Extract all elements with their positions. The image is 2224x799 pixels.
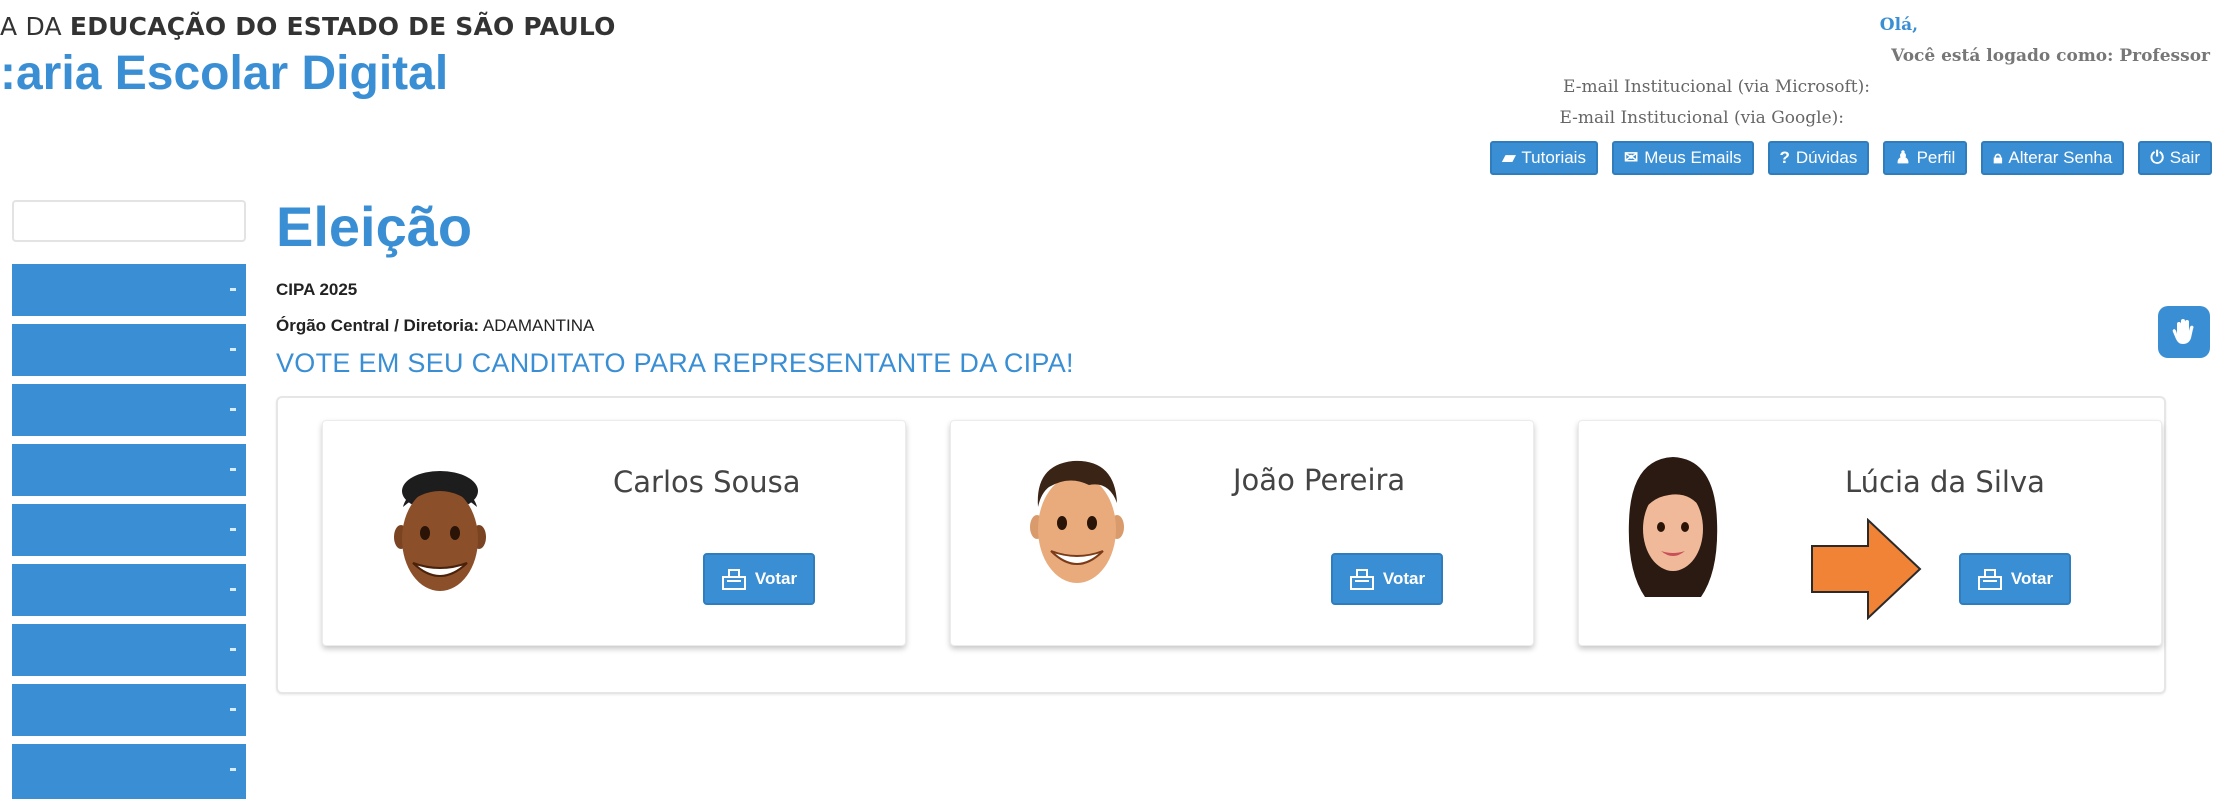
sidebar-search-input[interactable] (12, 200, 246, 242)
alterar-senha-button[interactable]: 🔒︎ Alterar Senha (1981, 141, 2125, 175)
candidate-card: João Pereira Votar (950, 420, 1534, 646)
sidebar-item-9[interactable] (12, 744, 246, 799)
chevron-icon (230, 408, 236, 411)
chevron-icon (230, 648, 236, 651)
tutoriais-label: Tutoriais (1521, 148, 1586, 167)
vote-button[interactable]: Votar (1959, 553, 2071, 605)
alterar-senha-label: Alterar Senha (2008, 148, 2113, 167)
vote-instruction: VOTE EM SEU CANDITATO PARA REPRESENTANTE… (276, 348, 1074, 378)
sidebar-item-2[interactable] (12, 324, 246, 380)
candidate-avatar (1030, 460, 1124, 583)
chevron-icon (230, 468, 236, 471)
ballot-box-icon (1977, 569, 2002, 590)
chevron-icon (230, 768, 236, 771)
gov-prefix: A DA (0, 12, 70, 41)
org-label: Órgão Central / Diretoria: (276, 316, 480, 335)
candidate-name: João Pereira (1233, 463, 1406, 497)
sair-label: Sair (2169, 148, 2200, 167)
top-toolbar: ▰ Tutoriais ✉ Meus Emails ? Dúvidas ♟ Perfil… (1490, 141, 2212, 175)
lock-icon: 🔒︎ (1993, 148, 2003, 167)
candidate-avatar (1628, 457, 1718, 597)
sidebar-item-1[interactable] (12, 264, 246, 320)
chevron-icon (230, 348, 236, 351)
power-icon: ⏻ (2150, 148, 2164, 167)
sidebar-item-3[interactable] (12, 384, 246, 440)
email-microsoft-label: E-mail Institucional (via Microsoft): (1563, 77, 1870, 97)
candidate-card: Carlos Sousa Votar (322, 420, 906, 646)
sidebar-item-7[interactable] (12, 624, 246, 680)
perfil-button[interactable]: ♟ Perfil (1883, 141, 1968, 175)
greeting: Olá, (1879, 15, 1918, 35)
chevron-icon (230, 708, 236, 711)
election-name: CIPA 2025 (276, 280, 358, 299)
hand-icon (2172, 319, 2194, 344)
meus-emails-button[interactable]: ✉ Meus Emails (1611, 141, 1754, 175)
sidebar-item-5[interactable] (12, 504, 246, 560)
tutoriais-button[interactable]: ▰ Tutoriais (1490, 141, 1598, 175)
email-google-label: E-mail Institucional (via Google): (1559, 108, 1844, 128)
meus-emails-label: Meus Emails (1644, 148, 1742, 167)
accessibility-hand-icon[interactable] (2158, 306, 2210, 358)
logged-as-text: Você está logado como: Professor (1891, 46, 2210, 66)
ballot-box-icon (721, 569, 746, 590)
perfil-label: Perfil (1916, 148, 1956, 167)
sair-button[interactable]: ⏻ Sair (2138, 141, 2212, 175)
org-value: ADAMANTINA (479, 316, 595, 335)
candidate-avatar (394, 471, 486, 591)
arrow-right-icon (1811, 518, 1922, 620)
user-info: Olá, Você está logado como: Professor E-… (1559, 10, 2210, 134)
duvidas-button[interactable]: ? Dúvidas (1767, 141, 1870, 175)
vote-button[interactable]: Votar (703, 553, 815, 605)
sidebar-item-8[interactable] (12, 684, 246, 740)
user-icon: ♟ (1895, 148, 1911, 167)
org-line: Órgão Central / Diretoria: ADAMANTINA (276, 316, 594, 336)
chevron-icon (230, 588, 236, 591)
vote-label: Votar (2010, 569, 2054, 588)
vote-button[interactable]: Votar (1331, 553, 1443, 605)
chevron-icon (230, 288, 236, 291)
vote-label: Votar (1382, 569, 1426, 588)
candidate-name: Lúcia da Silva (1845, 465, 2045, 499)
candidate-name: Carlos Sousa (613, 465, 801, 499)
sidebar-item-6[interactable] (12, 564, 246, 620)
gov-name: EDUCAÇÃO DO ESTADO DE SÃO PAULO (69, 12, 616, 41)
sidebar-item-4[interactable] (12, 444, 246, 500)
duvidas-label: Dúvidas (1795, 148, 1858, 167)
ballot-box-icon (1349, 569, 1374, 590)
vote-label: Votar (754, 569, 798, 588)
page-title: Eleição (276, 195, 473, 258)
envelope-icon: ✉ (1623, 148, 1639, 167)
book-icon: ▰ (1502, 148, 1516, 167)
app-brand: :aria Escolar Digital (0, 47, 449, 100)
question-icon: ? (1779, 148, 1790, 167)
government-header: A DA EDUCAÇÃO DO ESTADO DE SÃO PAULO (0, 12, 616, 41)
chevron-icon (230, 528, 236, 531)
